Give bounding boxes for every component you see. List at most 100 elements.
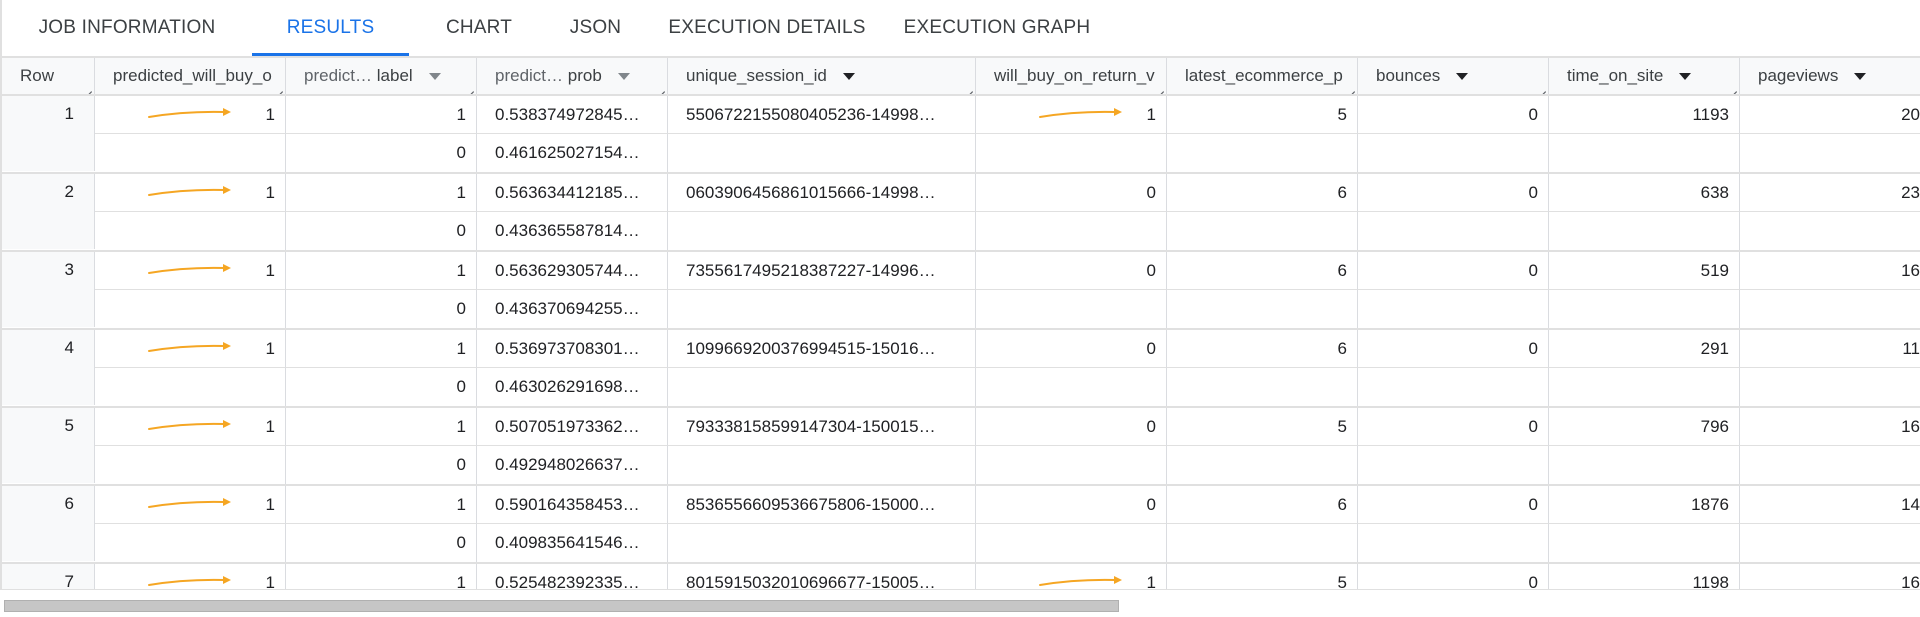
cell-pageviews[interactable]: 16 (1740, 252, 1920, 290)
cell-predicted-will-buy[interactable]: 1 (95, 486, 286, 524)
sort-dropdown-icon[interactable] (428, 72, 441, 80)
cell-predicted-label[interactable]: 1 (286, 486, 477, 524)
column-resize-handle[interactable] (82, 82, 92, 92)
cell-unique-session-id[interactable] (668, 446, 976, 484)
cell-predicted-prob[interactable]: 0.538374972845… (477, 96, 668, 134)
cell-bounces[interactable] (1358, 446, 1549, 484)
cell-predicted-prob[interactable]: 0.409835641546… (477, 524, 668, 562)
cell-unique-session-id[interactable]: 8536556609536675806-15000… (668, 486, 976, 524)
cell-will-buy-on-return[interactable]: 0 (976, 486, 1167, 524)
cell-predicted-label[interactable]: 0 (286, 524, 477, 562)
tab-chart[interactable]: CHART (409, 0, 549, 56)
cell-bounces[interactable]: 0 (1358, 330, 1549, 368)
cell-predicted-label[interactable]: 1 (286, 252, 477, 290)
cell-predicted-label[interactable]: 1 (286, 330, 477, 368)
cell-time-on-site[interactable]: 291 (1549, 330, 1740, 368)
cell-predicted-will-buy[interactable] (95, 446, 286, 484)
cell-unique-session-id[interactable]: 1099669200376994515-15016… (668, 330, 976, 368)
cell-unique-session-id[interactable]: 0603906456861015666-14998… (668, 174, 976, 212)
cell-will-buy-on-return[interactable]: 0 (976, 174, 1167, 212)
cell-bounces[interactable] (1358, 212, 1549, 250)
sort-dropdown-icon[interactable] (1854, 72, 1867, 80)
column-header-unique-session-id[interactable]: unique_session_id (668, 58, 976, 94)
cell-unique-session-id[interactable]: 793338158599147304-150015… (668, 408, 976, 446)
sort-dropdown-icon[interactable] (617, 72, 630, 80)
cell-latest-ecommerce[interactable] (1167, 290, 1358, 328)
cell-predicted-prob[interactable]: 0.536973708301… (477, 330, 668, 368)
cell-predicted-will-buy[interactable]: 1 (95, 564, 286, 589)
cell-unique-session-id[interactable] (668, 290, 976, 328)
column-header-pageviews[interactable]: pageviews (1740, 58, 1920, 94)
cell-time-on-site[interactable] (1549, 524, 1740, 562)
cell-time-on-site[interactable] (1549, 368, 1740, 406)
cell-bounces[interactable] (1358, 290, 1549, 328)
cell-time-on-site[interactable] (1549, 212, 1740, 250)
cell-bounces[interactable]: 0 (1358, 408, 1549, 446)
cell-latest-ecommerce[interactable]: 5 (1167, 408, 1358, 446)
cell-pageviews[interactable] (1740, 368, 1920, 406)
tab-execution-details[interactable]: EXECUTION DETAILS (642, 0, 892, 56)
cell-predicted-prob[interactable]: 0.436365587814… (477, 212, 668, 250)
cell-pageviews[interactable] (1740, 290, 1920, 328)
cell-latest-ecommerce[interactable] (1167, 524, 1358, 562)
cell-will-buy-on-return[interactable]: 0 (976, 330, 1167, 368)
cell-predicted-will-buy[interactable] (95, 524, 286, 562)
cell-time-on-site[interactable] (1549, 134, 1740, 172)
column-header-predicted-will-buy[interactable]: predicted_will_buy_o (95, 58, 286, 94)
column-header-time-on-site[interactable]: time_on_site (1549, 58, 1740, 94)
column-header-predicted-label[interactable]: predict… label (286, 58, 477, 94)
cell-time-on-site[interactable]: 1198 (1549, 564, 1740, 589)
cell-bounces[interactable]: 0 (1358, 174, 1549, 212)
cell-predicted-label[interactable]: 0 (286, 212, 477, 250)
column-resize-handle[interactable] (655, 82, 665, 92)
cell-time-on-site[interactable]: 638 (1549, 174, 1740, 212)
cell-bounces[interactable]: 0 (1358, 96, 1549, 134)
cell-will-buy-on-return[interactable] (976, 212, 1167, 250)
cell-will-buy-on-return[interactable]: 1 (976, 564, 1167, 589)
cell-unique-session-id[interactable]: 8015915032010696677-15005… (668, 564, 976, 589)
cell-latest-ecommerce[interactable]: 5 (1167, 96, 1358, 134)
cell-will-buy-on-return[interactable]: 0 (976, 408, 1167, 446)
cell-will-buy-on-return[interactable] (976, 368, 1167, 406)
scrollbar-thumb[interactable] (4, 600, 1119, 612)
cell-predicted-will-buy[interactable]: 1 (95, 252, 286, 290)
cell-unique-session-id[interactable] (668, 524, 976, 562)
column-header-will-buy-on-return[interactable]: will_buy_on_return_v (976, 58, 1167, 94)
cell-time-on-site[interactable]: 519 (1549, 252, 1740, 290)
tab-job-information[interactable]: JOB INFORMATION (2, 0, 252, 56)
cell-predicted-label[interactable]: 0 (286, 368, 477, 406)
cell-will-buy-on-return[interactable]: 1 (976, 96, 1167, 134)
cell-pageviews[interactable]: 11 (1740, 330, 1920, 368)
cell-bounces[interactable] (1358, 524, 1549, 562)
cell-predicted-label[interactable]: 0 (286, 134, 477, 172)
cell-predicted-label[interactable]: 1 (286, 564, 477, 589)
column-resize-handle[interactable] (1536, 82, 1546, 92)
cell-latest-ecommerce[interactable]: 6 (1167, 174, 1358, 212)
cell-unique-session-id[interactable]: 5506722155080405236-14998… (668, 96, 976, 134)
column-resize-handle[interactable] (1727, 82, 1737, 92)
cell-predicted-label[interactable]: 1 (286, 408, 477, 446)
cell-pageviews[interactable] (1740, 134, 1920, 172)
cell-latest-ecommerce[interactable]: 5 (1167, 564, 1358, 589)
cell-unique-session-id[interactable] (668, 212, 976, 250)
cell-predicted-label[interactable]: 1 (286, 174, 477, 212)
cell-pageviews[interactable]: 14 (1740, 486, 1920, 524)
cell-predicted-will-buy[interactable]: 1 (95, 96, 286, 134)
horizontal-scrollbar[interactable] (0, 589, 1920, 617)
cell-predicted-will-buy[interactable]: 1 (95, 330, 286, 368)
cell-latest-ecommerce[interactable] (1167, 446, 1358, 484)
sort-dropdown-icon[interactable] (1679, 72, 1692, 80)
cell-pageviews[interactable] (1740, 446, 1920, 484)
cell-will-buy-on-return[interactable] (976, 446, 1167, 484)
cell-predicted-will-buy[interactable]: 1 (95, 174, 286, 212)
cell-predicted-prob[interactable]: 0.461625027154… (477, 134, 668, 172)
cell-latest-ecommerce[interactable]: 6 (1167, 252, 1358, 290)
tab-execution-graph[interactable]: EXECUTION GRAPH (892, 0, 1102, 56)
cell-pageviews[interactable]: 16 (1740, 564, 1920, 589)
sort-dropdown-icon[interactable] (1456, 72, 1469, 80)
cell-predicted-prob[interactable]: 0.436370694255… (477, 290, 668, 328)
cell-predicted-prob[interactable]: 0.525482392335… (477, 564, 668, 589)
cell-predicted-prob[interactable]: 0.507051973362… (477, 408, 668, 446)
cell-bounces[interactable]: 0 (1358, 564, 1549, 589)
cell-predicted-will-buy[interactable] (95, 212, 286, 250)
